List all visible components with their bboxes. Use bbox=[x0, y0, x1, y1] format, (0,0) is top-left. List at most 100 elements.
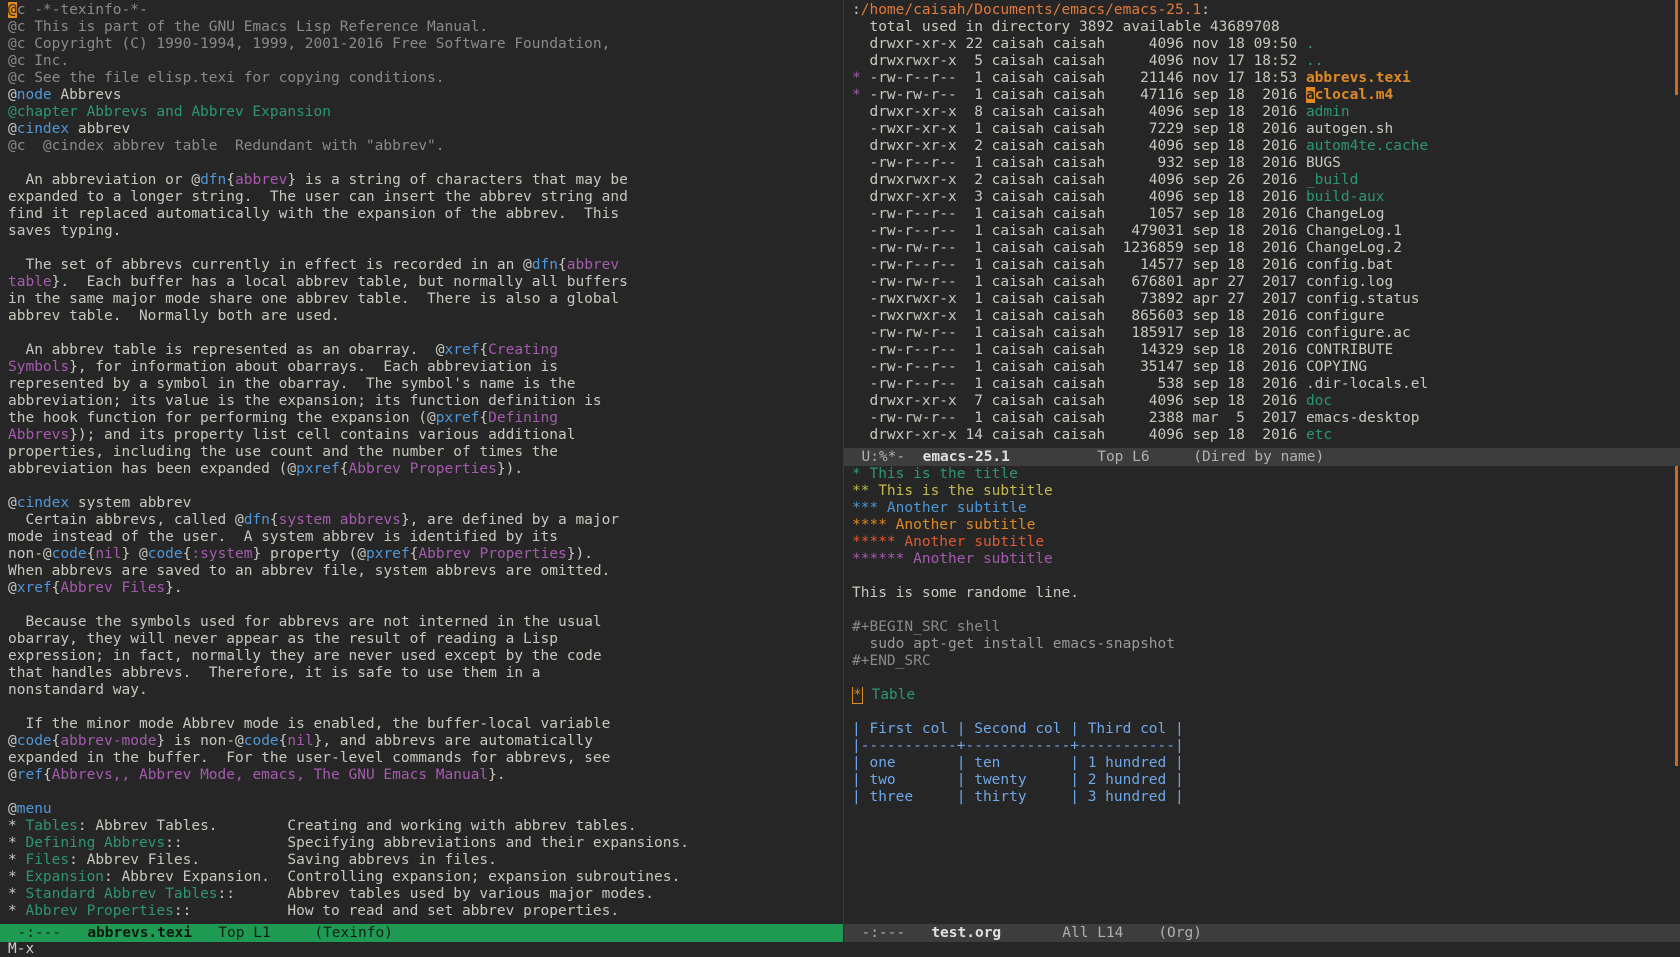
left_buffer-text-run: abbreviation has been expanded (@ bbox=[8, 461, 297, 477]
dired-entry[interactable]: * -rw-r--r-- 1 caisah caisah 21146 nov 1… bbox=[852, 70, 1680, 87]
dired-filename[interactable]: ChangeLog.2 bbox=[1306, 240, 1402, 256]
minibuffer[interactable]: M-x bbox=[8, 942, 34, 957]
dired-entry-meta: -rw-r--r-- 1 caisah caisah 21146 nov 17 … bbox=[860, 70, 1306, 86]
dired-entry[interactable]: drwxr-xr-x 2 caisah caisah 4096 sep 18 2… bbox=[852, 138, 1680, 155]
dired-filename[interactable]: .. bbox=[1306, 53, 1323, 69]
dired-file-list[interactable]: drwxr-xr-x 22 caisah caisah 4096 nov 18 … bbox=[852, 36, 1680, 444]
dired-window[interactable]: :/home/caisah/Documents/emacs/emacs-25.1… bbox=[844, 0, 1680, 448]
texinfo-editor-window[interactable]: @c -*-texinfo-*- @c This is part of the G… bbox=[0, 0, 843, 924]
dired-filename[interactable]: ChangeLog bbox=[1306, 206, 1385, 222]
dired-entry-meta: -rwxrwxr-x 1 caisah caisah 73892 apr 27 … bbox=[852, 291, 1306, 307]
dired-entry[interactable]: -rw-rw-r-- 1 caisah caisah 676801 apr 27… bbox=[852, 274, 1680, 291]
modeline-major-mode[interactable]: (Org) bbox=[1158, 925, 1202, 941]
dired-filename[interactable]: abbrevs.texi bbox=[1306, 70, 1411, 86]
dired-filename[interactable]: build-aux bbox=[1306, 189, 1385, 205]
org_buffer-line: ***** Another subtitle bbox=[852, 534, 1680, 551]
dired-entry[interactable]: -rw-r--r-- 1 caisah caisah 14577 sep 18 … bbox=[852, 257, 1680, 274]
dired-entry[interactable]: -rw-r--r-- 1 caisah caisah 932 sep 18 20… bbox=[852, 155, 1680, 172]
left_buffer-line: mode instead of the user. A system abbre… bbox=[8, 529, 843, 546]
dired-entry[interactable]: -rwxrwxr-x 1 caisah caisah 865603 sep 18… bbox=[852, 308, 1680, 325]
left_buffer-text-run: the hook function for performing the exp… bbox=[8, 410, 436, 426]
dired-entry[interactable]: -rw-r--r-- 1 caisah caisah 1057 sep 18 2… bbox=[852, 206, 1680, 223]
dired-entry[interactable]: drwxr-xr-x 7 caisah caisah 4096 sep 18 2… bbox=[852, 393, 1680, 410]
modeline-buffer-name[interactable]: emacs-25.1 bbox=[923, 449, 1010, 465]
dired-entry[interactable]: -rw-r--r-- 1 caisah caisah 479031 sep 18… bbox=[852, 223, 1680, 240]
left_buffer-line: find it replaced automatically with the … bbox=[8, 206, 843, 223]
dired-entry[interactable]: * -rw-rw-r-- 1 caisah caisah 47116 sep 1… bbox=[852, 87, 1680, 104]
dired-entry[interactable]: -rw-r--r-- 1 caisah caisah 14329 sep 18 … bbox=[852, 342, 1680, 359]
dired-path[interactable]: /home/caisah/Documents/emacs/emacs-25.1 bbox=[861, 2, 1201, 18]
dired-filename[interactable]: config.bat bbox=[1306, 257, 1393, 273]
dired-entry[interactable]: drwxrwxr-x 2 caisah caisah 4096 sep 26 2… bbox=[852, 172, 1680, 189]
dired-filename[interactable]: doc bbox=[1306, 393, 1332, 409]
dired-filename[interactable]: config.log bbox=[1306, 274, 1393, 290]
left_buffer-text-run: c -*-texinfo-*- bbox=[16, 2, 148, 18]
dired-filename[interactable]: emacs-desktop bbox=[1306, 410, 1420, 426]
dired-filename[interactable]: COPYING bbox=[1306, 359, 1367, 375]
dired-mark[interactable]: * bbox=[852, 87, 861, 103]
dired-filename[interactable]: configure bbox=[1306, 308, 1385, 324]
dired-entry[interactable]: drwxrwxr-x 5 caisah caisah 4096 nov 17 1… bbox=[852, 53, 1680, 70]
org-editor-window[interactable]: * This is the title ** This is the subtit… bbox=[844, 466, 1680, 924]
left_buffer-text-run: An abbrev table is represented as an oba… bbox=[8, 342, 445, 358]
dired-filename[interactable]: config.status bbox=[1306, 291, 1420, 307]
org_buffer-text-run: * bbox=[852, 687, 863, 704]
org_buffer-line: * Table bbox=[852, 687, 1680, 704]
dired-entry[interactable]: -rw-r--r-- 1 caisah caisah 35147 sep 18 … bbox=[852, 359, 1680, 376]
dired-filename[interactable]: configure.ac bbox=[1306, 325, 1411, 341]
modeline-major-mode[interactable]: (Texinfo) bbox=[314, 925, 393, 941]
dired-filename[interactable]: ChangeLog.1 bbox=[1306, 223, 1402, 239]
modeline-major-mode[interactable]: (Dired by name) bbox=[1193, 449, 1324, 465]
dired-entry[interactable]: -rw-rw-r-- 1 caisah caisah 1236859 sep 1… bbox=[852, 240, 1680, 257]
dired-entry[interactable]: -rwxr-xr-x 1 caisah caisah 7229 sep 18 2… bbox=[852, 121, 1680, 138]
dired-entry[interactable]: -rw-r--r-- 1 caisah caisah 538 sep 18 20… bbox=[852, 376, 1680, 393]
dired-filename[interactable]: _build bbox=[1306, 172, 1358, 188]
dired-mark[interactable]: * bbox=[852, 70, 861, 86]
org_buffer-text-run: Table bbox=[862, 687, 916, 703]
modeline-buffer-name[interactable]: abbrevs.texi bbox=[87, 925, 192, 941]
dired-entry-meta: drwxr-xr-x 2 caisah caisah 4096 sep 18 2… bbox=[852, 138, 1306, 154]
left_buffer-text-run: abbrev bbox=[235, 172, 288, 188]
dired-entry[interactable]: -rw-rw-r-- 1 caisah caisah 2388 mar 5 20… bbox=[852, 410, 1680, 427]
org_buffer-line: sudo apt-get install emacs-snapshot bbox=[852, 636, 1680, 653]
dired-filename[interactable]: . bbox=[1306, 36, 1315, 52]
org-scrollbar[interactable] bbox=[1675, 466, 1678, 766]
texinfo-buffer-text[interactable]: @c -*-texinfo-*- @c This is part of the G… bbox=[0, 0, 843, 920]
left_buffer-text-run: * bbox=[8, 869, 26, 885]
dired-entry[interactable]: -rw-rw-r-- 1 caisah caisah 185917 sep 18… bbox=[852, 325, 1680, 342]
org_buffer-text-run: | one | ten | 1 hundred | bbox=[852, 755, 1184, 771]
left_buffer-text-run: pxref bbox=[435, 410, 480, 426]
org_buffer-text-run: #+BEGIN_SRC shell bbox=[852, 619, 1001, 635]
dired-scrollbar[interactable] bbox=[1675, 0, 1678, 95]
dired-entry[interactable]: drwxr-xr-x 8 caisah caisah 4096 sep 18 2… bbox=[852, 104, 1680, 121]
left_buffer-text-run: @ bbox=[8, 87, 17, 103]
left_buffer-line: An abbreviation or @dfn{abbrev} is a str… bbox=[8, 172, 843, 189]
dired-filename[interactable]: etc bbox=[1306, 427, 1332, 443]
dired-entry[interactable]: drwxr-xr-x 14 caisah caisah 4096 sep 18 … bbox=[852, 427, 1680, 444]
dired-filename[interactable]: admin bbox=[1306, 104, 1350, 120]
left_buffer-line: @cindex abbrev bbox=[8, 121, 843, 138]
dired-filename[interactable]: aclocal.m4 bbox=[1305, 87, 1393, 103]
dired-entry[interactable]: -rwxrwxr-x 1 caisah caisah 73892 apr 27 … bbox=[852, 291, 1680, 308]
left_buffer-line: expanded to a longer string. The user ca… bbox=[8, 189, 843, 206]
dired-filename[interactable]: autogen.sh bbox=[1306, 121, 1393, 137]
left_buffer-line: @code{abbrev-mode} is non-@code{nil}, an… bbox=[8, 733, 843, 750]
dired-entry-meta: -rw-r--r-- 1 caisah caisah 14329 sep 18 … bbox=[852, 342, 1306, 358]
left_buffer-text-run: properties, including the use count and … bbox=[8, 444, 558, 460]
left_buffer-text-run: xref bbox=[444, 342, 480, 358]
left_buffer-text-run: saves typing. bbox=[8, 223, 122, 239]
left_buffer-text-run: in the same major mode share one abbrev … bbox=[8, 291, 620, 307]
dired-entry[interactable]: drwxr-xr-x 22 caisah caisah 4096 nov 18 … bbox=[852, 36, 1680, 53]
org_buffer-line: *** Another subtitle bbox=[852, 500, 1680, 517]
dired-filename[interactable]: CONTRIBUTE bbox=[1306, 342, 1393, 358]
org-buffer-text[interactable]: * This is the title ** This is the subtit… bbox=[844, 466, 1680, 806]
left_buffer-text-run: @ bbox=[8, 733, 17, 749]
left_buffer-text-run: Abbrevs bbox=[51, 87, 122, 103]
left_buffer-line: @menu bbox=[8, 801, 843, 818]
left_buffer-line: Abbrevs}); and its property list cell co… bbox=[8, 427, 843, 444]
dired-filename[interactable]: autom4te.cache bbox=[1306, 138, 1428, 154]
modeline-buffer-name[interactable]: test.org bbox=[931, 925, 1001, 941]
dired-entry[interactable]: drwxr-xr-x 3 caisah caisah 4096 sep 18 2… bbox=[852, 189, 1680, 206]
dired-filename[interactable]: BUGS bbox=[1306, 155, 1341, 171]
dired-filename[interactable]: .dir-locals.el bbox=[1306, 376, 1428, 392]
